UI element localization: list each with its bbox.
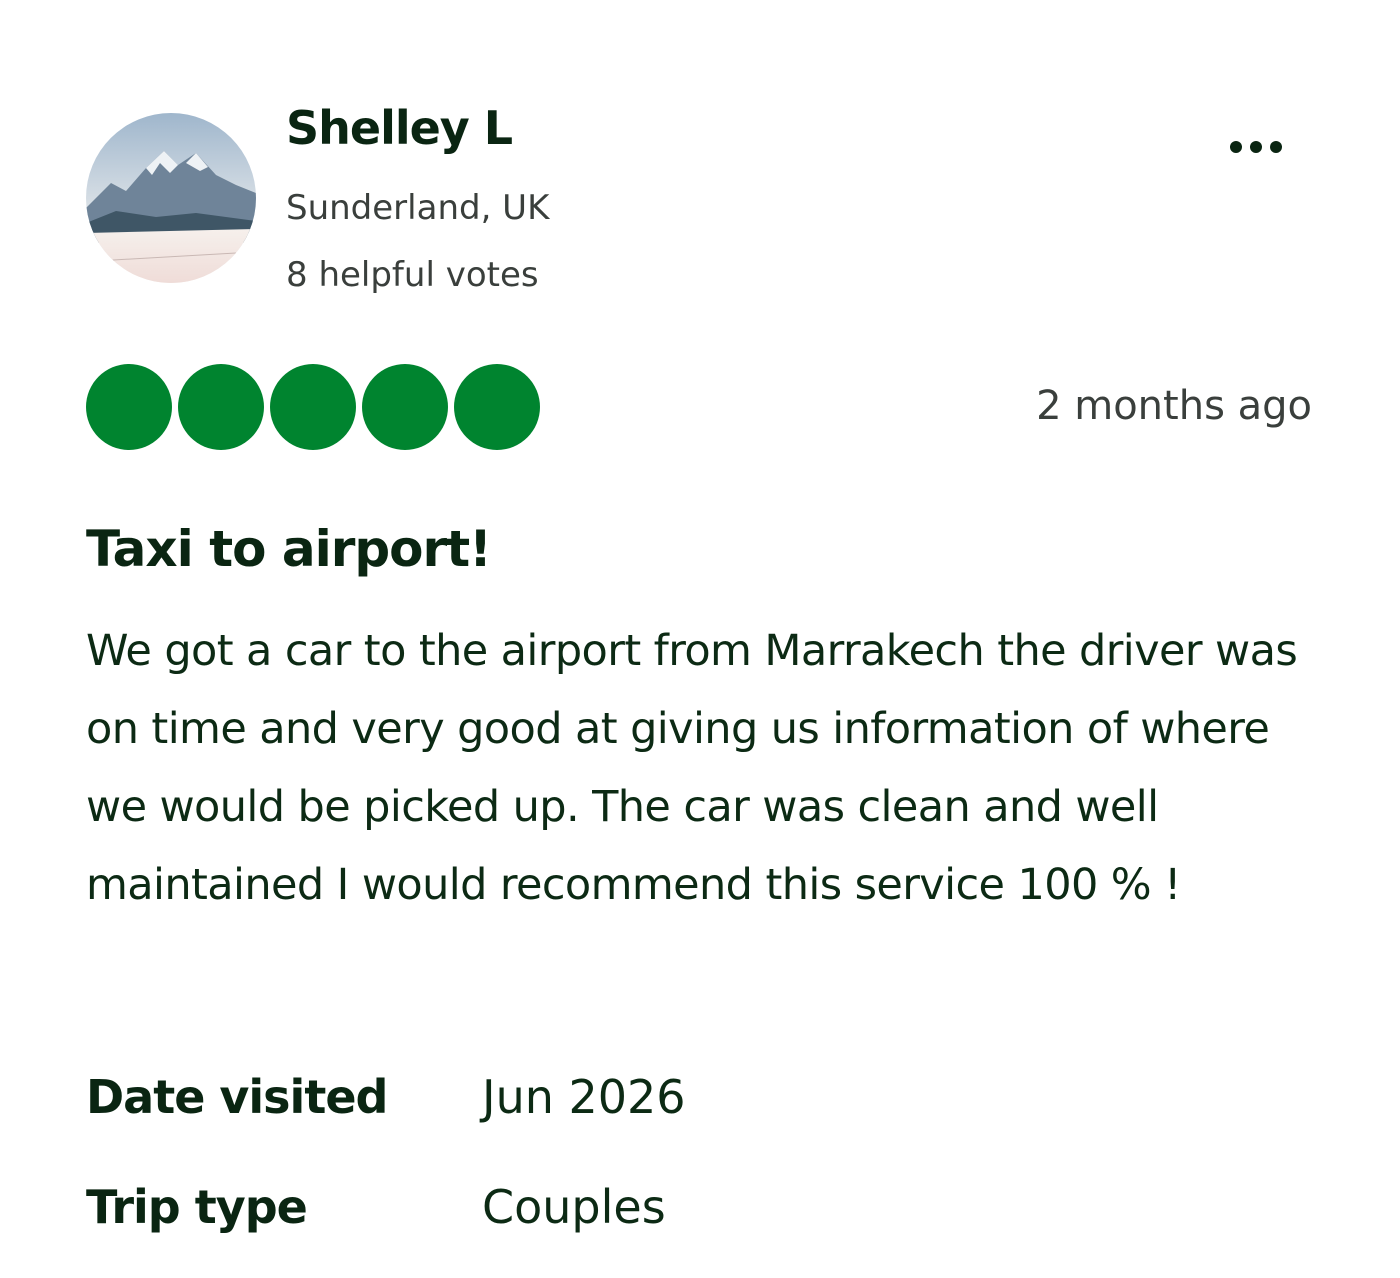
rating-bubbles [86,364,540,450]
detail-label: Trip type [86,1180,308,1234]
review-date: 2 months ago [1036,383,1312,429]
reviewer-avatar[interactable] [86,113,256,283]
detail-value: Jun 2026 [482,1070,686,1124]
review-title: Taxi to airport! [86,520,492,578]
more-options-icon [1230,141,1282,153]
rating-bubble-icon [362,364,448,450]
more-options-button[interactable] [1220,125,1292,169]
avatar-image [86,113,256,283]
rating-bubble-icon [270,364,356,450]
rating-bubble-icon [86,364,172,450]
reviewer-name[interactable]: Shelley L [286,101,513,155]
rating-bubble-icon [454,364,540,450]
review-card: Shelley L Sunderland, UK 8 helpful votes… [0,0,1400,1278]
reviewer-helpful-votes: 8 helpful votes [286,255,539,295]
detail-value: Couples [482,1180,666,1234]
detail-label: Date visited [86,1070,388,1124]
reviewer-location: Sunderland, UK [286,188,550,228]
rating-bubble-icon [178,364,264,450]
review-body: We got a car to the airport from Marrake… [86,626,1298,910]
